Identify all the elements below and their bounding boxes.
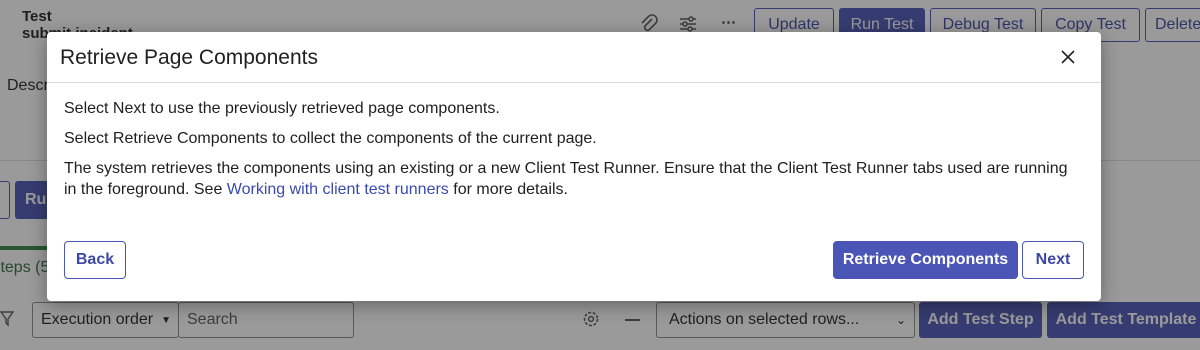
retrieve-components-button[interactable]: Retrieve Components <box>833 241 1018 279</box>
dialog-text-3: The system retrieves the components usin… <box>64 158 1081 200</box>
dialog-text-1: Select Next to use the previously retrie… <box>64 100 500 117</box>
dialog-title: Retrieve Page Components <box>60 46 318 69</box>
next-button[interactable]: Next <box>1022 241 1084 279</box>
retrieve-components-dialog: Retrieve Page Components Select Next to … <box>47 32 1101 301</box>
dialog-text-2: Select Retrieve Components to collect th… <box>64 130 597 147</box>
client-test-runners-link[interactable]: Working with client test runners <box>227 181 449 198</box>
close-icon[interactable] <box>1055 44 1081 70</box>
back-button[interactable]: Back <box>64 241 126 279</box>
dialog-body: Select Next to use the previously retrie… <box>64 98 1081 209</box>
dialog-text-3-end: for more details. <box>448 181 568 198</box>
dialog-header: Retrieve Page Components <box>47 32 1101 83</box>
